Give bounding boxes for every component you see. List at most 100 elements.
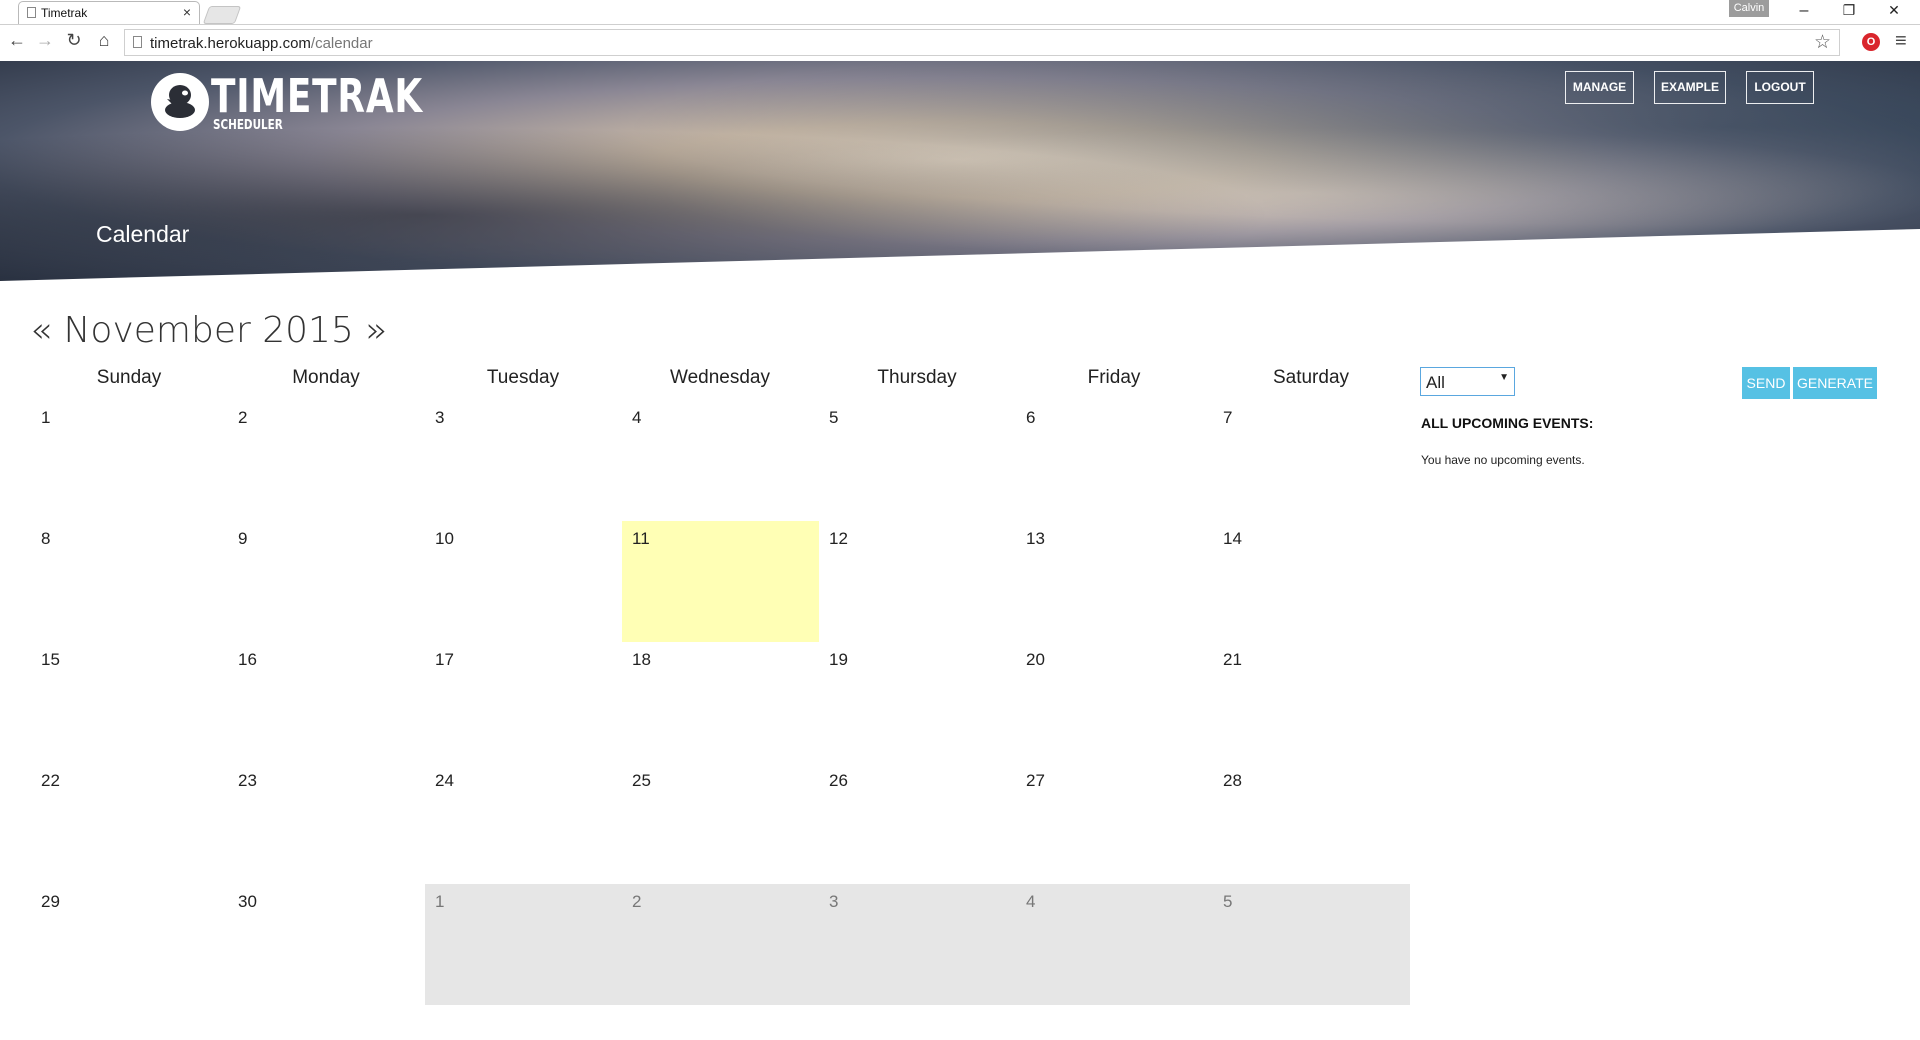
calendar-day[interactable]: 2 — [622, 884, 819, 1005]
calendar-day[interactable]: 16 — [228, 642, 425, 763]
calendar-day[interactable]: 4 — [622, 400, 819, 521]
browser-menu-icon[interactable]: ≡ — [1895, 30, 1907, 53]
day-number: 11 — [632, 529, 650, 548]
bookmark-star-icon[interactable]: ☆ — [1814, 31, 1831, 54]
weekday-monday: Monday — [292, 367, 360, 388]
day-number: 24 — [435, 771, 454, 790]
calendar-day[interactable]: 1 — [31, 400, 228, 521]
calendar-day[interactable]: 9 — [228, 521, 425, 642]
close-window-icon[interactable]: ✕ — [1884, 2, 1904, 19]
month-navigation: « November 2015 » — [30, 310, 387, 351]
upcoming-events-empty: You have no upcoming events. — [1421, 453, 1585, 467]
day-number: 2 — [238, 408, 248, 427]
reload-icon[interactable]: ↻ — [63, 30, 85, 51]
day-number: 23 — [238, 771, 257, 790]
extension-icon[interactable]: O — [1862, 33, 1880, 51]
restore-icon[interactable]: ❐ — [1839, 2, 1859, 19]
send-button[interactable]: SEND — [1742, 367, 1790, 399]
day-number: 27 — [1026, 771, 1045, 790]
back-icon[interactable]: ← — [6, 30, 28, 51]
calendar-day[interactable]: 10 — [425, 521, 622, 642]
calendar-day[interactable]: 26 — [819, 763, 1016, 884]
upcoming-events-title: ALL UPCOMING EVENTS: — [1421, 415, 1594, 431]
day-number: 18 — [632, 650, 651, 669]
calendar-day[interactable]: 6 — [1016, 400, 1213, 521]
calendar-day[interactable]: 14 — [1213, 521, 1410, 642]
calendar-day[interactable]: 5 — [819, 400, 1016, 521]
minimize-icon[interactable]: – — [1794, 2, 1814, 20]
day-number: 25 — [632, 771, 651, 790]
hero-banner: TIMETRAK SCHEDULER MANAGE EXAMPLE LOGOUT… — [0, 61, 1920, 281]
calendar-day[interactable]: 7 — [1213, 400, 1410, 521]
calendar-day[interactable]: 21 — [1213, 642, 1410, 763]
calendar-day[interactable]: 27 — [1016, 763, 1213, 884]
calendar-day[interactable]: 28 — [1213, 763, 1410, 884]
day-number: 30 — [238, 892, 257, 911]
day-number: 22 — [41, 771, 60, 790]
calendar-day[interactable]: 30 — [228, 884, 425, 1005]
day-number: 20 — [1026, 650, 1045, 669]
calendar-day[interactable]: 12 — [819, 521, 1016, 642]
calendar-day[interactable]: 15 — [31, 642, 228, 763]
address-bar[interactable]: timetrak.herokuapp.com/calendar ☆ — [124, 29, 1840, 56]
profile-badge[interactable]: Calvin — [1729, 0, 1769, 17]
calendar-day[interactable]: 19 — [819, 642, 1016, 763]
filter-value: All — [1426, 373, 1445, 392]
day-number: 2 — [632, 892, 642, 911]
calendar-day[interactable]: 3 — [425, 400, 622, 521]
day-number: 28 — [1223, 771, 1242, 790]
calendar-day[interactable]: 5 — [1213, 884, 1410, 1005]
page-icon — [27, 7, 36, 18]
weekday-thursday: Thursday — [877, 367, 957, 388]
event-filter-select[interactable]: All ▼ — [1420, 367, 1515, 396]
example-button[interactable]: EXAMPLE — [1654, 71, 1726, 104]
calendar-day[interactable]: 24 — [425, 763, 622, 884]
url-text: timetrak.herokuapp.com/calendar — [150, 35, 373, 52]
calendar-day[interactable]: 29 — [31, 884, 228, 1005]
forward-icon[interactable]: → — [34, 30, 56, 51]
weekday-wednesday: Wednesday — [670, 367, 770, 388]
calendar-day-today[interactable]: 11 — [622, 521, 819, 642]
day-number: 7 — [1223, 408, 1233, 427]
generate-button[interactable]: GENERATE — [1793, 367, 1877, 399]
day-number: 15 — [41, 650, 60, 669]
day-number: 16 — [238, 650, 257, 669]
next-month-button[interactable]: » — [365, 310, 387, 351]
day-number: 1 — [435, 892, 445, 911]
weekday-tuesday: Tuesday — [486, 367, 560, 388]
day-number: 13 — [1026, 529, 1045, 548]
calendar-day[interactable]: 18 — [622, 642, 819, 763]
day-number: 3 — [435, 408, 445, 427]
new-tab-button[interactable] — [202, 6, 242, 24]
calendar-day[interactable]: 25 — [622, 763, 819, 884]
calendar-day[interactable]: 3 — [819, 884, 1016, 1005]
browser-tab-bar: Timetrak × Calvin – ❐ ✕ — [0, 0, 1920, 25]
day-number: 1 — [41, 408, 51, 427]
day-number: 4 — [632, 408, 642, 427]
day-number: 4 — [1026, 892, 1036, 911]
calendar-day[interactable]: 2 — [228, 400, 425, 521]
day-number: 3 — [829, 892, 839, 911]
tab-close-icon[interactable]: × — [183, 4, 191, 20]
logo-subtitle: SCHEDULER — [213, 118, 283, 133]
calendar-day[interactable]: 17 — [425, 642, 622, 763]
prev-month-button[interactable]: « — [30, 310, 52, 351]
calendar-day[interactable]: 23 — [228, 763, 425, 884]
calendar-day[interactable]: 13 — [1016, 521, 1213, 642]
month-label: November 2015 — [63, 310, 354, 351]
logout-button[interactable]: LOGOUT — [1746, 71, 1814, 104]
page-title: Calendar — [96, 221, 190, 247]
day-number: 6 — [1026, 408, 1036, 427]
day-number: 21 — [1223, 650, 1242, 669]
calendar-day[interactable]: 22 — [31, 763, 228, 884]
day-number: 19 — [829, 650, 848, 669]
browser-tab[interactable]: Timetrak × — [18, 1, 200, 24]
day-number: 9 — [238, 529, 248, 548]
home-icon[interactable]: ⌂ — [93, 30, 115, 51]
page-icon — [133, 36, 142, 48]
calendar-day[interactable]: 1 — [425, 884, 622, 1005]
manage-button[interactable]: MANAGE — [1565, 71, 1634, 104]
calendar-day[interactable]: 20 — [1016, 642, 1213, 763]
calendar-day[interactable]: 4 — [1016, 884, 1213, 1005]
calendar-day[interactable]: 8 — [31, 521, 228, 642]
